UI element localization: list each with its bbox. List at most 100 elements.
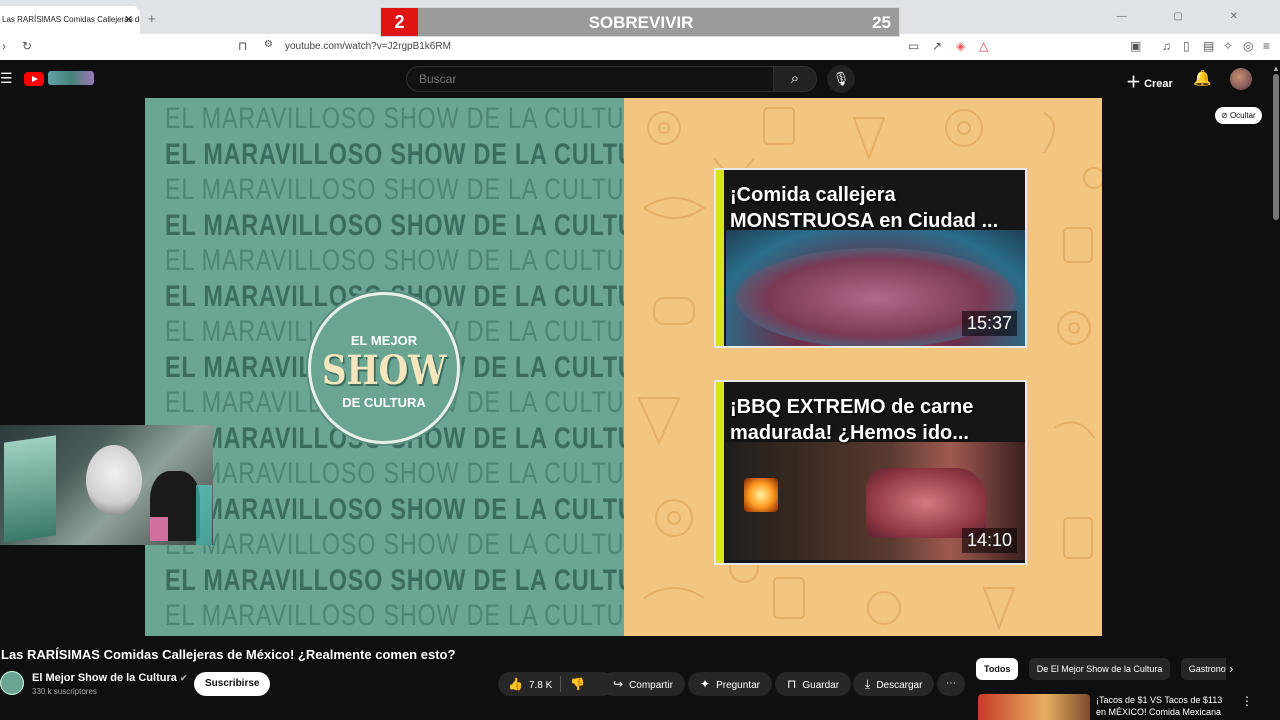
sparkle-icon: ✦ (700, 677, 711, 691)
thumbs-up-icon[interactable]: 👍 (508, 677, 523, 691)
recommendation-thumbnail[interactable] (978, 694, 1090, 720)
share-button[interactable]: ↪ Compartir (601, 672, 685, 696)
more-actions-button[interactable]: ⋯ (937, 672, 965, 696)
ask-button[interactable]: ✦ Preguntar (688, 672, 772, 696)
overlay-label: SOBREVIVIR (588, 13, 694, 32)
search-button[interactable]: ⌕ (773, 66, 817, 92)
music-icon[interactable]: ♫ (1162, 39, 1171, 53)
cast-icon[interactable]: ▭ (908, 39, 919, 53)
end-screen-video-card[interactable]: ¡Comida callejera MONSTRUOSA en Ciudad .… (714, 168, 1027, 348)
forward-icon[interactable]: › (2, 39, 6, 53)
streamer-webcam-overlay (0, 425, 213, 545)
share-page-icon[interactable]: ↗ (932, 39, 942, 53)
wall-text-line: EL MARAVILLOSO SHOW DE LA CULTURA (165, 173, 659, 206)
youtube-logo-icon[interactable] (24, 72, 44, 86)
stream-overlay-counter: 2 SOBREVIVIR 25 (380, 7, 900, 37)
page-scrollbar[interactable] (1273, 74, 1279, 220)
verified-badge-icon: ✔ (179, 673, 188, 683)
save-label: Guardar (802, 680, 840, 691)
like-count[interactable]: 7.8 K (529, 680, 552, 691)
menu-icon[interactable]: ☰ (0, 70, 13, 87)
subscriber-count: 330 k suscriptores (32, 687, 97, 696)
download-label: Descargar (876, 680, 923, 691)
overlay-total: 25 (872, 13, 891, 32)
share-label: Compartir (629, 680, 673, 691)
more-vertical-icon[interactable]: ⋮ (1241, 694, 1253, 708)
bookmark-icon[interactable]: ⊓ (238, 39, 247, 53)
card-accent-bar (716, 170, 724, 346)
search-icon: ⌕ (790, 70, 800, 87)
search-input[interactable] (407, 67, 773, 91)
chip-gastronomy[interactable]: Gastronomía (1180, 658, 1226, 680)
video-player[interactable]: EL MARAVILLOSO SHOW DE LA CULTURA EL MARA… (145, 98, 1102, 636)
youtube-header: ☰ ⌕ 🎙 ＋ Crear 🔔 (0, 60, 1280, 98)
wall-text-line: EL MARAVILLOSO SHOW DE LA CULTURA (165, 528, 659, 561)
channel-logo-badge[interactable]: EL MEJOR SHOW DE CULTURA (308, 292, 460, 444)
create-label: Crear (1144, 78, 1173, 90)
ask-label: Preguntar (716, 680, 760, 691)
user-avatar[interactable] (1230, 68, 1252, 90)
card-duration: 14:10 (961, 528, 1017, 553)
card-title: ¡BBQ EXTREMO de carne madurada! ¿Hemos i… (730, 396, 974, 444)
rewards-icon[interactable]: △ (979, 39, 988, 53)
recommendation-chips: Todos De El Mejor Show de la Cultura Gas… (976, 658, 1226, 680)
address-bar[interactable]: youtube.com/watch?v=J2rgpB1k6RM (285, 41, 451, 52)
card-accent-bar (716, 382, 724, 563)
subscribe-button[interactable]: Suscribirse (194, 672, 271, 696)
reload-icon[interactable]: ↻ (22, 39, 32, 53)
youtube-doodle-icon[interactable] (48, 71, 94, 85)
wall-text-line: EL MARAVILLOSO SHOW DE LA CULTURA (165, 137, 671, 171)
sidebar-icon[interactable]: ▯ (1183, 39, 1190, 53)
eye-slash-icon: ⊘ (1221, 111, 1228, 120)
site-settings-icon[interactable]: ⚙ (264, 39, 273, 50)
save-button[interactable]: ⊓ Guardar (775, 672, 852, 696)
wall-text-line: EL MARAVILLOSO SHOW DE LA CULTURA (165, 208, 671, 242)
share-arrow-icon: ↪ (613, 677, 624, 691)
wallet-icon[interactable]: ▤ (1203, 39, 1214, 53)
browser-tab[interactable]: Las RARÍSIMAS Comidas Callejeras de Méxi… (0, 6, 140, 34)
vpn-icon[interactable]: ◎ (1243, 39, 1253, 53)
download-button[interactable]: ⤓ Descargar (853, 672, 935, 696)
card-duration: 15:37 (961, 311, 1017, 336)
like-dislike-pill: 👍 7.8 K 👎 (498, 672, 614, 696)
chip-channel[interactable]: De El Mejor Show de la Cultura (1028, 658, 1171, 680)
chevron-right-icon[interactable]: › (1229, 661, 1233, 676)
voice-search-button[interactable]: 🎙 (827, 65, 855, 93)
notifications-bell-icon[interactable]: 🔔 (1193, 69, 1212, 87)
shield-icon[interactable]: ◈ (956, 39, 965, 53)
browser-toolbar: › ↻ ⊓ ⚙ youtube.com/watch?v=J2rgpB1k6RM … (0, 34, 1280, 60)
thumbs-down-icon[interactable]: 👎 (570, 672, 585, 696)
plus-icon: ＋ (1126, 74, 1142, 91)
recommendation-title[interactable]: ¡Tacos de $1 VS Tacos de $113 en MÉXICO!… (1096, 694, 1230, 720)
more-dots-icon: ⋯ (946, 678, 956, 689)
wall-text-line: EL MARAVILLOSO SHOW DE LA CULTURA (165, 563, 671, 597)
window-controls[interactable]: — ▢ ✕ (1117, 11, 1260, 22)
wall-text-line: EL MARAVILLOSO SHOW DE LA CULTURA (165, 244, 659, 277)
end-screen-video-card[interactable]: ¡BBQ EXTREMO de carne madurada! ¿Hemos i… (714, 380, 1027, 565)
card-title: ¡Comida callejera MONSTRUOSA en Ciudad .… (730, 184, 999, 232)
download-icon: ⤓ (865, 677, 871, 691)
create-button[interactable]: ＋ Crear (1126, 71, 1173, 92)
ai-icon[interactable]: ✧ (1223, 39, 1233, 53)
hide-end-screen-button[interactable]: ⊘ Ocultar (1215, 107, 1262, 124)
logo-main-text: SHOW (321, 347, 447, 394)
hide-label: Ocultar (1229, 111, 1256, 120)
channel-avatar[interactable] (0, 671, 24, 695)
wall-text-line: EL MARAVILLOSO SHOW DE LA CULTURA (165, 492, 671, 526)
channel-name-text: El Mejor Show de la Cultura (32, 672, 177, 684)
video-title: Las RARÍSIMAS Comidas Callejeras de Méxi… (1, 647, 456, 662)
scroll-up-arrow-icon[interactable]: ▲ (1272, 64, 1280, 73)
tab-title: Las RARÍSIMAS Comidas Callejeras de Méxi… (2, 15, 140, 24)
channel-name[interactable]: El Mejor Show de la Cultura ✔ (32, 672, 187, 684)
logo-top-text: EL MEJOR (350, 333, 418, 348)
search-box[interactable] (406, 66, 774, 92)
new-tab-icon[interactable]: + (148, 11, 156, 26)
microphone-icon: 🎙 (832, 71, 850, 86)
wall-text-line: EL MARAVILLOSO SHOW DE LA CULTURA (165, 457, 659, 490)
chip-all[interactable]: Todos (976, 658, 1019, 680)
close-tab-icon[interactable]: ✕ (124, 13, 133, 26)
wall-text-line: EL MARAVILLOSO SHOW DE LA CULTURA (165, 599, 659, 632)
browser-menu-icon[interactable]: ≡ (1263, 39, 1270, 53)
like-divider (560, 676, 561, 692)
reader-icon[interactable]: ▣ (1130, 39, 1141, 53)
